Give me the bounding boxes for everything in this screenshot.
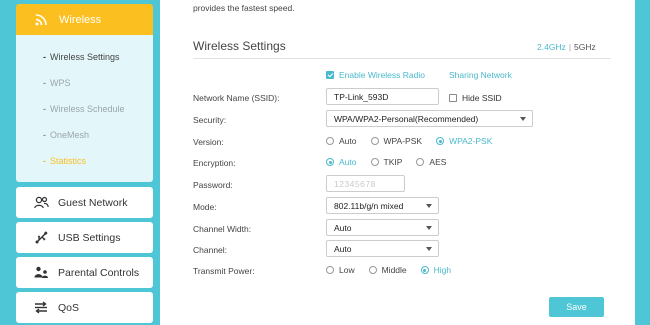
- version-radio-group: Auto WPA-PSK WPA2-PSK: [326, 136, 506, 146]
- transmit-power-high-radio[interactable]: High: [420, 265, 452, 275]
- channel-width-select[interactable]: Auto: [326, 219, 439, 236]
- nav-qos[interactable]: QoS: [16, 292, 153, 323]
- qos-icon: [33, 301, 49, 315]
- radio-label: High: [433, 265, 452, 275]
- encryption-auto-radio[interactable]: Auto: [326, 157, 357, 167]
- version-wpa-psk-radio[interactable]: WPA-PSK: [370, 136, 423, 146]
- encryption-aes-radio[interactable]: AES: [416, 157, 446, 167]
- nav-wireless-label: Wireless: [59, 13, 102, 26]
- dropdown-arrow-icon: [426, 204, 432, 208]
- band-5ghz-tab[interactable]: 5GHz: [574, 42, 596, 52]
- radio-label: WPA-PSK: [383, 136, 423, 146]
- nav-label: Parental Controls: [58, 266, 140, 279]
- security-value: WPA/WPA2-Personal(Recommended): [334, 113, 479, 124]
- password-input[interactable]: 12345678: [326, 175, 405, 192]
- radio-selected-icon: [436, 137, 445, 145]
- version-label: Version:: [193, 137, 224, 147]
- submenu-statistics[interactable]: - Statistics: [43, 155, 86, 167]
- hide-ssid-checkbox[interactable]: Hide SSID: [449, 93, 502, 103]
- checkbox-checked-icon: [326, 71, 334, 79]
- submenu-label: OneMesh: [50, 130, 90, 140]
- radio-label: Middle: [381, 265, 407, 275]
- nav-label: USB Settings: [58, 231, 121, 244]
- mode-select[interactable]: 802.11b/g/n mixed: [326, 197, 439, 214]
- wifi-icon: [34, 13, 48, 27]
- submenu-label: Wireless Settings: [50, 52, 120, 62]
- save-button[interactable]: Save: [549, 297, 604, 317]
- security-label: Security:: [193, 115, 227, 125]
- encryption-label: Encryption:: [193, 158, 236, 168]
- submenu-wireless-settings[interactable]: - Wireless Settings: [43, 51, 120, 63]
- intro-text: provides the fastest speed.: [193, 3, 295, 13]
- main-panel: provides the fastest speed. Wireless Set…: [160, 0, 635, 325]
- radio-selected-icon: [420, 266, 429, 274]
- wireless-submenu: - Wireless Settings - WPS - Wireless Schedu…: [16, 35, 153, 182]
- channel-width-value: Auto: [334, 222, 352, 233]
- transmit-power-low-radio[interactable]: Low: [326, 265, 355, 275]
- radio-selected-icon: [326, 158, 334, 166]
- dropdown-arrow-icon: [426, 247, 432, 251]
- sharing-network-link[interactable]: Sharing Network: [449, 70, 512, 80]
- encryption-tkip-radio[interactable]: TKIP: [370, 157, 403, 167]
- band-switch: 2.4GHz | 5GHz: [537, 42, 596, 52]
- radio-label: Auto: [339, 157, 357, 167]
- transmit-power-label: Transmit Power:: [193, 266, 255, 276]
- submenu-wps[interactable]: - WPS: [43, 77, 71, 89]
- nav-parental-controls[interactable]: Parental Controls: [16, 257, 153, 288]
- radio-icon: [326, 266, 334, 274]
- enable-wireless-radio-label: Enable Wireless Radio: [339, 70, 425, 80]
- submenu-onemesh[interactable]: - OneMesh: [43, 129, 89, 141]
- submenu-wireless-schedule[interactable]: - Wireless Schedule: [43, 103, 125, 115]
- radio-label: AES: [429, 157, 447, 167]
- usb-icon: [33, 231, 49, 245]
- radio-label: Low: [339, 265, 355, 275]
- radio-icon: [370, 158, 379, 166]
- channel-value: Auto: [334, 243, 352, 254]
- dropdown-arrow-icon: [520, 117, 526, 121]
- section-title: Wireless Settings: [193, 39, 286, 53]
- nav-wireless[interactable]: Wireless: [16, 4, 153, 35]
- hide-ssid-label: Hide SSID: [462, 93, 502, 103]
- encryption-radio-group: Auto TKIP AES: [326, 157, 460, 167]
- channel-select[interactable]: Auto: [326, 240, 439, 257]
- radio-icon: [370, 137, 379, 145]
- section-divider: [193, 58, 611, 59]
- parental-controls-icon: [33, 266, 49, 280]
- transmit-power-middle-radio[interactable]: Middle: [368, 265, 407, 275]
- enable-wireless-radio-checkbox[interactable]: Enable Wireless Radio: [326, 70, 425, 80]
- mode-label: Mode:: [193, 202, 217, 212]
- nav-usb-settings[interactable]: USB Settings: [16, 222, 153, 253]
- radio-label: TKIP: [383, 157, 403, 167]
- submenu-label: Statistics: [50, 156, 87, 166]
- dropdown-arrow-icon: [426, 226, 432, 230]
- submenu-label: Wireless Schedule: [50, 104, 125, 114]
- radio-label: WPA2-PSK: [449, 136, 493, 146]
- password-label: Password:: [193, 180, 233, 190]
- radio-label: Auto: [339, 136, 357, 146]
- radio-icon: [326, 137, 334, 145]
- security-select[interactable]: WPA/WPA2-Personal(Recommended): [326, 110, 533, 127]
- guest-network-icon: [33, 196, 49, 210]
- ssid-input[interactable]: TP-Link_593D: [326, 88, 439, 105]
- radio-icon: [416, 158, 425, 166]
- nav-label: Guest Network: [58, 196, 128, 209]
- version-wpa2-psk-radio[interactable]: WPA2-PSK: [436, 136, 492, 146]
- submenu-label: WPS: [50, 78, 71, 88]
- nav-label: QoS: [58, 301, 80, 314]
- version-auto-radio[interactable]: Auto: [326, 136, 357, 146]
- transmit-power-radio-group: Low Middle High: [326, 265, 465, 275]
- mode-value: 802.11b/g/n mixed: [334, 200, 404, 211]
- checkbox-unchecked-icon: [449, 94, 457, 102]
- band-2-4ghz-tab[interactable]: 2.4GHz: [537, 42, 566, 52]
- radio-icon: [368, 266, 377, 274]
- ssid-label: Network Name (SSID):: [193, 93, 280, 103]
- nav-guest-network[interactable]: Guest Network: [16, 187, 153, 218]
- channel-label: Channel:: [193, 245, 228, 255]
- channel-width-label: Channel Width:: [193, 224, 252, 234]
- band-separator: |: [568, 42, 572, 52]
